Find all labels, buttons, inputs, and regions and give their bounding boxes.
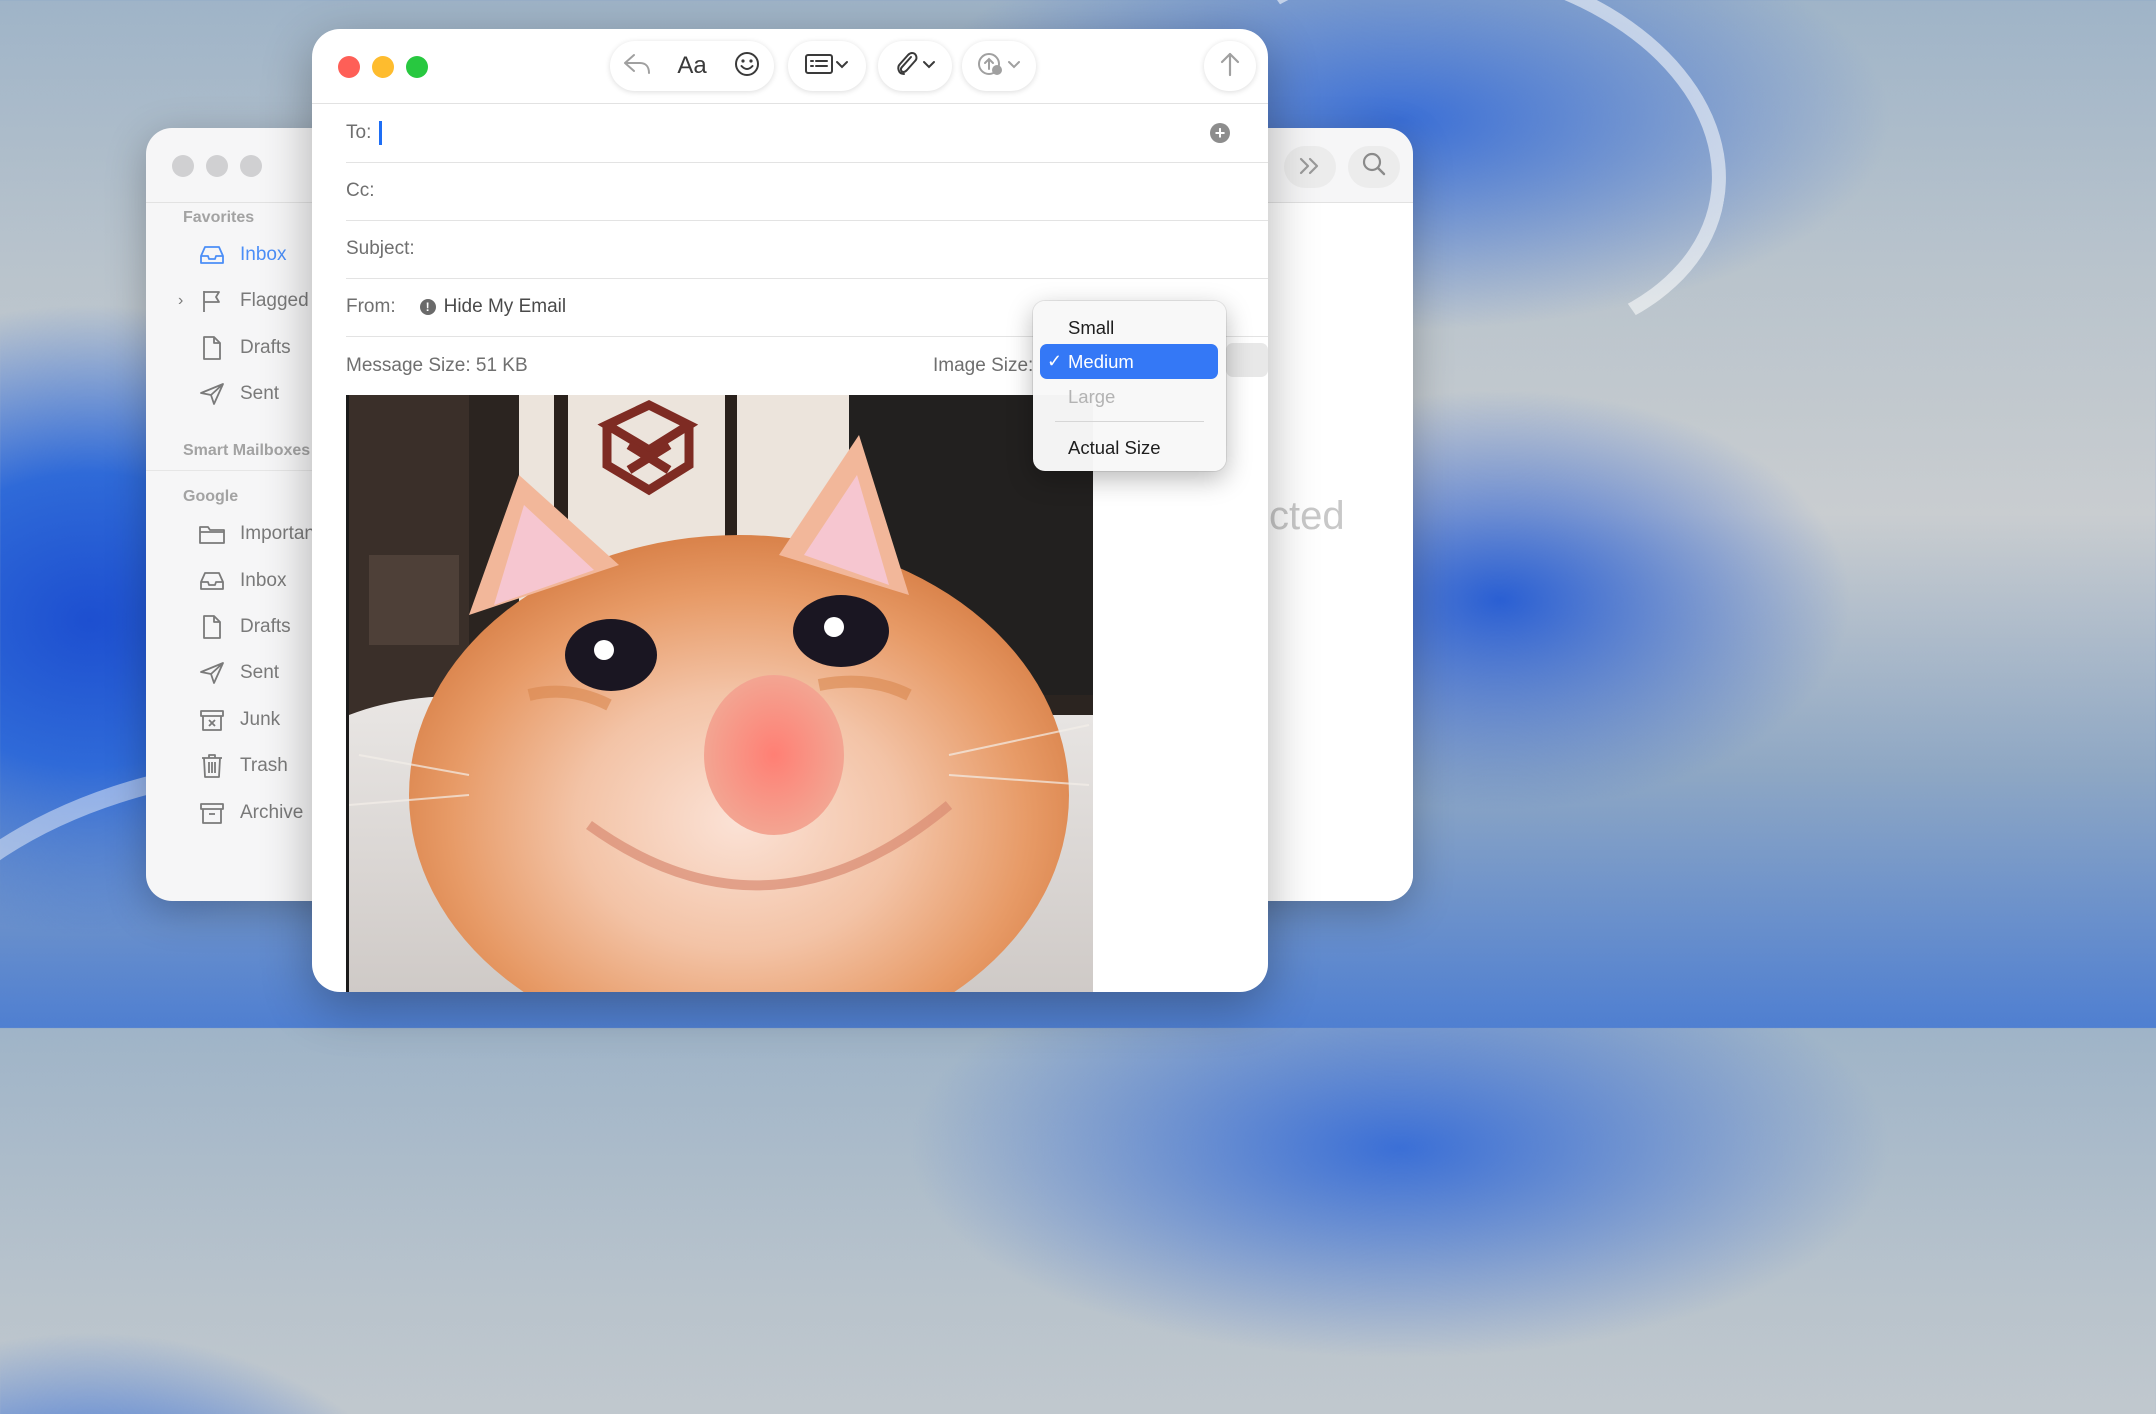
junk-icon bbox=[198, 707, 226, 733]
sidebar-item-label: Junk bbox=[240, 709, 281, 730]
subject-field-row[interactable]: Subject: bbox=[346, 220, 1268, 279]
menu-item-medium[interactable]: ✓ Medium bbox=[1040, 344, 1218, 379]
menu-item-label: Medium bbox=[1068, 350, 1134, 372]
compose-window: Aa To: + Cc: Subject: From: ! Hide My Em… bbox=[312, 29, 1268, 992]
text-cursor bbox=[379, 121, 383, 145]
menu-item-label: Large bbox=[1068, 385, 1116, 407]
window-controls-inactive bbox=[172, 155, 262, 177]
to-field-row[interactable]: To: + bbox=[346, 104, 1268, 163]
sidebar-item-google-important[interactable]: Important bbox=[198, 519, 320, 549]
chevron-down-icon bbox=[921, 57, 937, 75]
send-later-menu-button[interactable] bbox=[962, 41, 1036, 91]
google-heading: Google bbox=[183, 488, 239, 505]
smart-mailboxes-heading: Smart Mailboxes bbox=[183, 442, 311, 459]
flag-icon bbox=[198, 288, 226, 314]
zoom-button[interactable] bbox=[406, 56, 428, 78]
sidebar-item-label: Flagged bbox=[240, 290, 309, 311]
sidebar-item-google-drafts[interactable]: Drafts bbox=[198, 612, 291, 642]
more-toolbar-items-button[interactable] bbox=[1284, 146, 1336, 188]
cc-field-row[interactable]: Cc: bbox=[346, 162, 1268, 221]
menu-item-label: Actual Size bbox=[1068, 436, 1161, 458]
menu-item-large: Large bbox=[1040, 379, 1218, 414]
sidebar-item-label: Important bbox=[240, 523, 321, 544]
attachment-menu-button[interactable] bbox=[878, 41, 952, 91]
chevron-down-icon bbox=[1006, 57, 1022, 75]
minimize-button[interactable] bbox=[206, 155, 228, 177]
checkmark-icon: ✓ bbox=[1047, 351, 1063, 371]
sidebar-item-google-junk[interactable]: Junk bbox=[198, 705, 280, 735]
sidebar-item-google-trash[interactable]: Trash bbox=[198, 751, 288, 781]
search-icon bbox=[1361, 151, 1387, 184]
menu-separator bbox=[1055, 421, 1204, 422]
smiley-face-icon bbox=[733, 50, 761, 83]
image-size-label: Image Size: bbox=[933, 355, 1034, 376]
divider bbox=[146, 470, 316, 471]
sidebar-item-google-inbox[interactable]: Inbox bbox=[198, 566, 286, 596]
sidebar-item-google-sent[interactable]: Sent bbox=[198, 658, 279, 688]
search-button[interactable] bbox=[1348, 146, 1400, 188]
menu-item-actual-size[interactable]: Actual Size bbox=[1040, 430, 1218, 465]
image-size-popup-button[interactable] bbox=[1226, 343, 1268, 377]
subject-label: Subject: bbox=[346, 238, 415, 259]
image-size-menu: Small ✓ Medium Large Actual Size bbox=[1033, 301, 1226, 471]
message-viewer-pane bbox=[1266, 203, 1413, 901]
format-button[interactable]: Aa bbox=[664, 41, 720, 91]
sidebar-item-label: Inbox bbox=[240, 244, 287, 265]
sidebar-item-label: Drafts bbox=[240, 616, 291, 637]
sidebar-item-google-archive[interactable]: Archive bbox=[198, 798, 303, 828]
inbox-icon bbox=[198, 242, 226, 268]
close-button[interactable] bbox=[172, 155, 194, 177]
paper-plane-icon bbox=[198, 381, 226, 407]
archive-icon bbox=[198, 800, 226, 826]
sidebar-item-label: Archive bbox=[240, 802, 304, 823]
cc-label: Cc: bbox=[346, 180, 375, 201]
send-arrow-up-icon bbox=[1218, 50, 1242, 83]
close-button[interactable] bbox=[338, 56, 360, 78]
disclosure-chevron-icon[interactable]: › bbox=[178, 292, 183, 310]
sidebar-item-label: Sent bbox=[240, 383, 280, 404]
minimize-button[interactable] bbox=[372, 56, 394, 78]
send-button[interactable] bbox=[1204, 41, 1256, 91]
reply-arrow-icon bbox=[622, 52, 652, 81]
emoji-button[interactable] bbox=[720, 41, 774, 91]
sidebar-item-favorites-inbox[interactable]: Inbox bbox=[198, 240, 286, 270]
favorites-heading: Favorites bbox=[183, 209, 255, 226]
trash-icon bbox=[198, 753, 226, 779]
sidebar-item-favorites-flagged[interactable]: Flagged bbox=[198, 286, 309, 316]
menu-item-label: Small bbox=[1068, 316, 1115, 338]
sidebar-item-favorites-drafts[interactable]: Drafts bbox=[198, 333, 291, 363]
header-fields-menu-button[interactable] bbox=[788, 41, 866, 91]
chevron-down-icon bbox=[834, 57, 850, 75]
chevron-double-right-icon bbox=[1297, 152, 1323, 183]
no-message-selected-text: cted bbox=[1269, 494, 1345, 538]
sidebar-item-label: Trash bbox=[240, 755, 288, 776]
zoom-button[interactable] bbox=[240, 155, 262, 177]
sidebar-item-label: Inbox bbox=[240, 570, 287, 591]
sidebar-item-label: Sent bbox=[240, 662, 280, 683]
document-icon bbox=[198, 335, 226, 361]
format-toolbar-group: Aa bbox=[610, 41, 774, 91]
paperclip-icon bbox=[893, 50, 921, 83]
exclamation-icon: ! bbox=[419, 299, 436, 315]
attached-cat-photo[interactable] bbox=[346, 395, 1093, 992]
from-value: Hide My Email bbox=[443, 296, 567, 317]
from-selector[interactable]: ! Hide My Email bbox=[419, 296, 567, 318]
menu-item-small[interactable]: Small bbox=[1040, 310, 1218, 345]
reply-button[interactable] bbox=[610, 41, 664, 91]
cat-photo-illustration bbox=[349, 395, 1093, 992]
inbox-icon bbox=[198, 568, 226, 594]
paper-plane-icon bbox=[198, 660, 226, 686]
message-size-text: Message Size: 51 KB bbox=[346, 355, 528, 376]
document-icon bbox=[198, 614, 226, 640]
from-label: From: bbox=[346, 296, 396, 317]
folder-icon bbox=[198, 521, 226, 547]
to-label: To: bbox=[346, 122, 372, 143]
window-controls bbox=[338, 56, 428, 78]
header-fields-icon bbox=[804, 52, 834, 81]
sidebar-item-favorites-sent[interactable]: Sent bbox=[198, 379, 279, 409]
add-contact-button[interactable]: + bbox=[1210, 123, 1230, 143]
schedule-send-icon bbox=[976, 50, 1006, 83]
sidebar-item-label: Drafts bbox=[240, 337, 291, 358]
